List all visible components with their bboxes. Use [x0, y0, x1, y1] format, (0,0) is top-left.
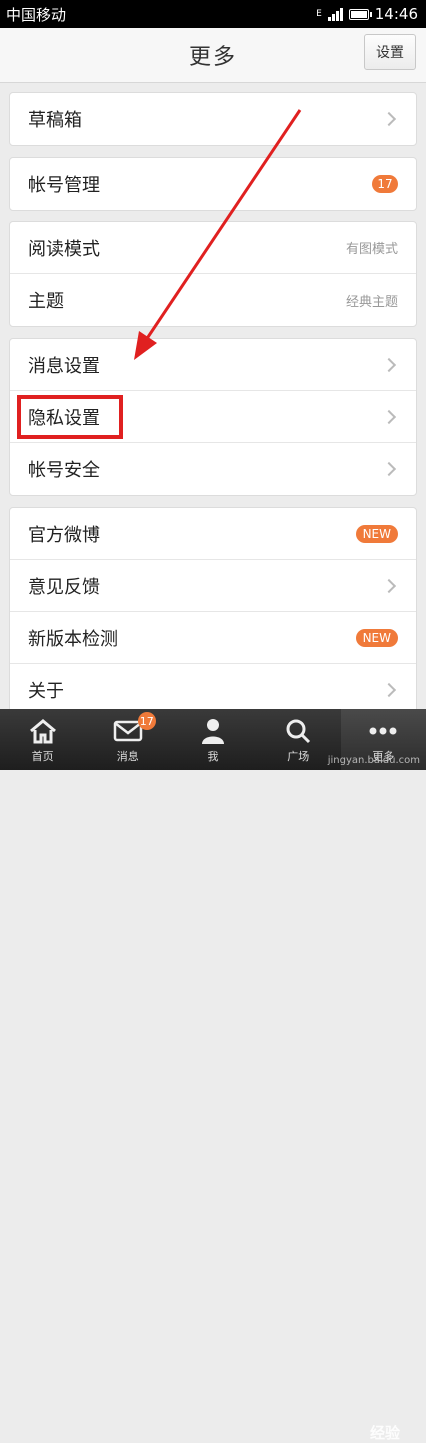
bottom-tab-bar: 首页 17 消息 我 广场 更多 经验 jingyan.baidu.com: [0, 709, 426, 1442]
menu-item-feedback[interactable]: 意见反馈: [10, 560, 416, 612]
count-badge: 17: [372, 175, 398, 193]
chevron-right-icon: [381, 461, 397, 477]
person-icon: [200, 716, 226, 746]
menu-item-label: 消息设置: [28, 355, 100, 377]
menu-item-check-update[interactable]: 新版本检测 NEW: [10, 612, 416, 664]
menu-item-label: 新版本检测: [28, 628, 118, 650]
menu-item-label: 帐号安全: [28, 460, 100, 481]
page-title: 更多: [188, 45, 237, 70]
tab-messages[interactable]: 17 消息: [85, 709, 170, 770]
status-bar: 中国移动 E 14:46: [0, 0, 426, 28]
more-icon: [368, 716, 398, 746]
menu-item-label: 意见反馈: [28, 576, 100, 598]
menu-item-label: 帐号管理: [28, 175, 100, 196]
menu-item-account-security[interactable]: 帐号安全: [10, 443, 416, 495]
menu-item-label: 主题: [28, 291, 64, 312]
status-icons: E 14:46: [316, 5, 418, 23]
clock: 14:46: [374, 5, 418, 23]
tab-label: 我: [207, 749, 219, 763]
network-type: E: [316, 9, 322, 19]
menu-item-label: 草稿箱: [28, 110, 82, 131]
menu-item-drafts[interactable]: 草稿箱: [10, 93, 416, 145]
new-badge: NEW: [355, 524, 398, 543]
chevron-right-icon: [381, 111, 397, 127]
tab-me[interactable]: 我: [170, 709, 255, 770]
annotation-highlight-box: [17, 395, 123, 439]
chevron-right-icon: [381, 409, 397, 424]
chevron-right-icon: [381, 682, 397, 698]
carrier-name: 中国移动: [6, 5, 67, 24]
settings-group-display: 阅读模式 有图模式 主题 经典主题: [9, 221, 417, 327]
settings-group-drafts: 草稿箱: [9, 92, 417, 146]
menu-item-value: 有图模式: [345, 242, 398, 257]
watermark-url: jingyan.baidu.com: [327, 755, 420, 766]
signal-icon: [327, 7, 343, 21]
menu-item-label: 关于: [28, 681, 64, 702]
chevron-right-icon: [381, 357, 397, 372]
settings-group-about: 官方微博 NEW 意见反馈 新版本检测 NEW 关于: [9, 507, 417, 717]
settings-group-account: 帐号管理 17: [9, 157, 417, 211]
app-header: 更多 设置: [0, 28, 426, 83]
menu-item-message-settings[interactable]: 消息设置: [10, 339, 416, 391]
home-icon: [28, 716, 58, 746]
menu-item-theme[interactable]: 主题 经典主题: [10, 274, 416, 326]
menu-item-label: 阅读模式: [28, 238, 100, 260]
menu-item-official-weibo[interactable]: 官方微博 NEW: [10, 508, 416, 560]
menu-item-reading-mode[interactable]: 阅读模式 有图模式: [10, 222, 416, 274]
search-icon: [284, 716, 312, 746]
tab-label: 广场: [287, 749, 310, 763]
settings-button[interactable]: 设置: [364, 34, 416, 70]
menu-item-label: 官方微博: [28, 524, 100, 546]
chevron-right-icon: [381, 578, 397, 593]
tab-home[interactable]: 首页: [0, 709, 85, 770]
new-badge: NEW: [355, 628, 398, 647]
tab-label: 首页: [31, 749, 54, 763]
battery-icon: [348, 8, 372, 20]
count-badge: 17: [137, 712, 156, 730]
watermark-logo: 经验: [369, 1424, 400, 1442]
menu-item-account-management[interactable]: 帐号管理 17: [10, 158, 416, 210]
menu-item-value: 经典主题: [345, 294, 398, 310]
tab-label: 消息: [116, 749, 139, 763]
